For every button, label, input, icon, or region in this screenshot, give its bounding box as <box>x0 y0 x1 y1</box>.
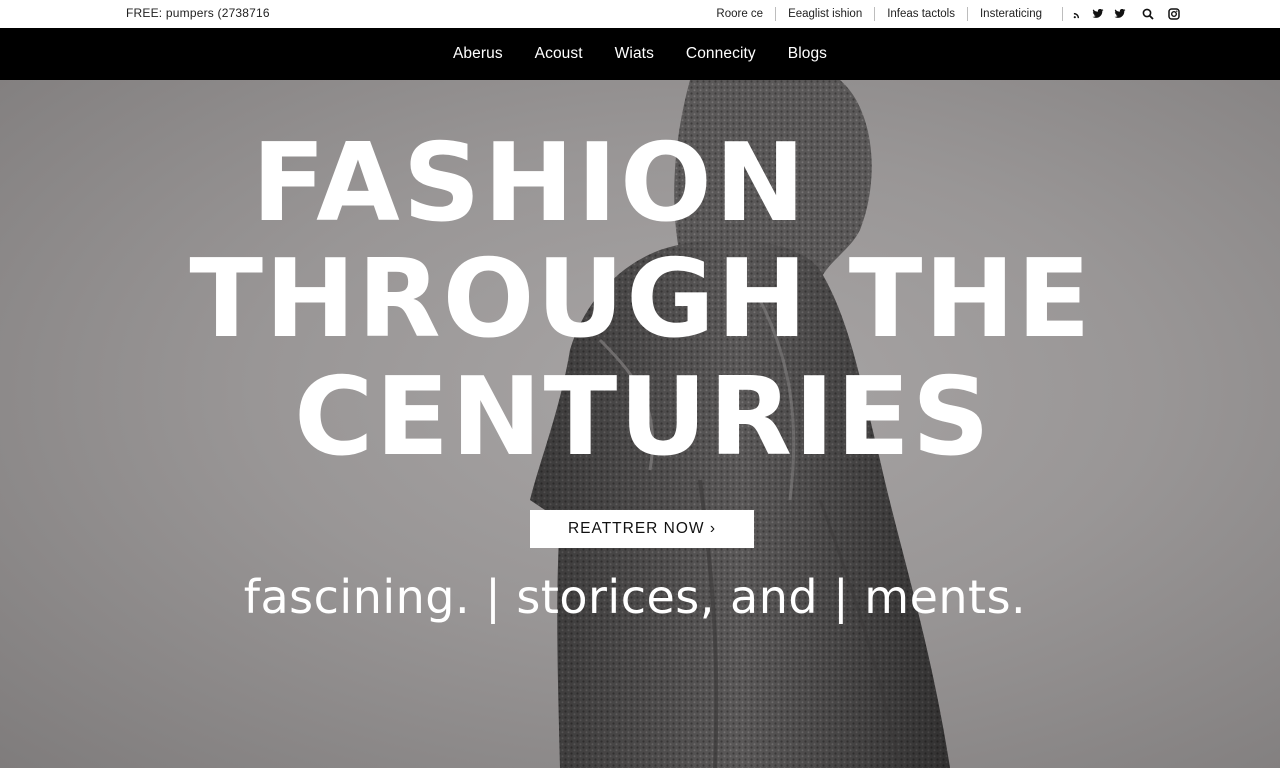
nav-item-aberus[interactable]: Aberus <box>453 45 503 63</box>
twitter-icon[interactable] <box>1114 9 1126 19</box>
promo-text: FREE: pumpers (2738716 <box>126 6 270 20</box>
instagram-icon[interactable] <box>1168 8 1180 20</box>
nav-item-blogs[interactable]: Blogs <box>788 45 827 63</box>
twitter-icon[interactable] <box>1092 9 1104 19</box>
rss-icon[interactable] <box>1073 10 1082 19</box>
main-nav: Aberus Acoust Wiats Connecity Blogs <box>0 28 1280 80</box>
utility-link-roore[interactable]: Roore ce <box>716 7 775 21</box>
utility-link-insteraticing[interactable]: Insteraticing <box>966 7 1054 21</box>
hero-title-line-1: FASHION <box>251 121 809 246</box>
header-tools <box>1142 8 1180 20</box>
social-links <box>1062 7 1126 21</box>
hero-tagline: fascining. | storices, and | ments. <box>243 570 1027 624</box>
utility-link-eeaglist[interactable]: Eeaglist ishion <box>775 7 874 21</box>
nav-item-acoust[interactable]: Acoust <box>535 45 583 63</box>
utility-links: Roore ce Eeaglist ishion Infeas tactols … <box>716 0 1180 28</box>
hero-title-line-3: CENTURIES <box>294 355 992 480</box>
utility-bar: FREE: pumpers (2738716 Roore ce Eeaglist… <box>0 0 1280 28</box>
cta-button[interactable]: REATTRER NOW › <box>530 510 754 548</box>
nav-item-wiats[interactable]: Wiats <box>615 45 654 63</box>
hero-section: FASHION THROUGH THE CENTURIES REATTRER N… <box>0 80 1280 768</box>
search-icon[interactable] <box>1142 8 1154 20</box>
hero-title-line-2: THROUGH THE <box>189 237 1093 362</box>
utility-link-infeas[interactable]: Infeas tactols <box>874 7 967 21</box>
nav-item-connecity[interactable]: Connecity <box>686 45 756 63</box>
